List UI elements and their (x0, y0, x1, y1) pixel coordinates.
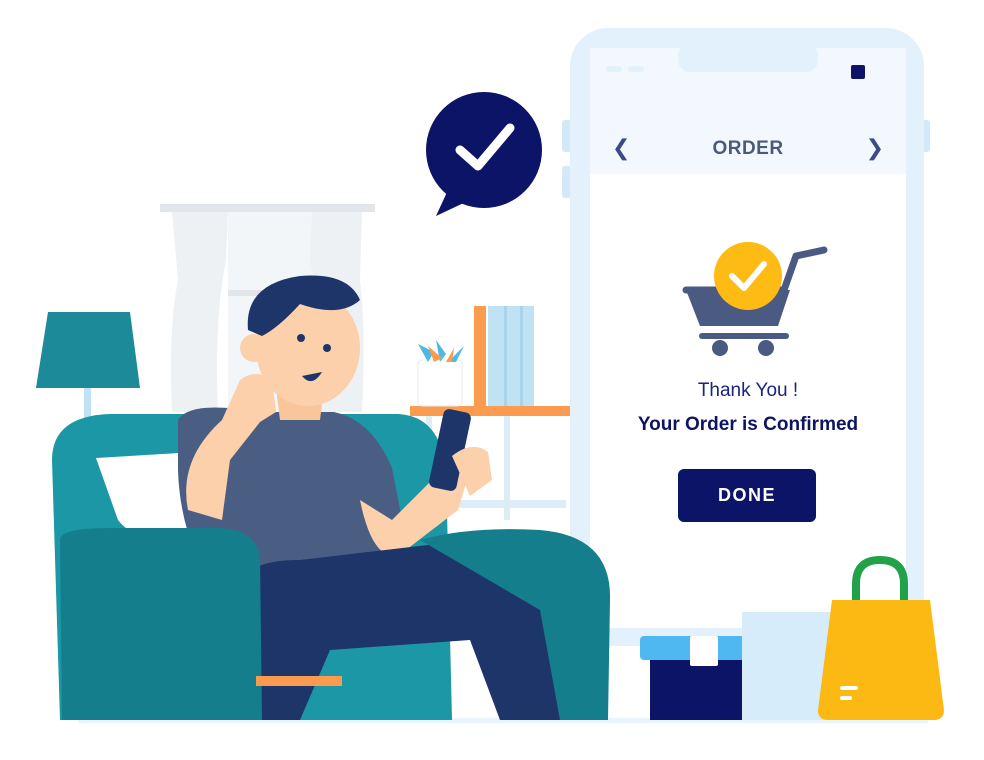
forward-arrow-icon[interactable]: ❯ (866, 138, 884, 160)
background-box (742, 612, 832, 720)
order-nav-bar: ❮ ORDER ❯ (590, 124, 906, 174)
thank-you-text: Thank You ! (697, 380, 799, 401)
order-screen: ❮ ORDER ❯ Thank You ! Your Order is Conf… (590, 48, 906, 608)
order-confirmed-text: Your Order is Confirmed (637, 414, 859, 435)
order-title: ORDER (712, 138, 784, 159)
done-button[interactable]: DONE (678, 469, 816, 522)
back-arrow-icon[interactable]: ❮ (612, 138, 630, 160)
confirmation-bubble (426, 92, 542, 216)
floor-lamp (36, 312, 140, 428)
